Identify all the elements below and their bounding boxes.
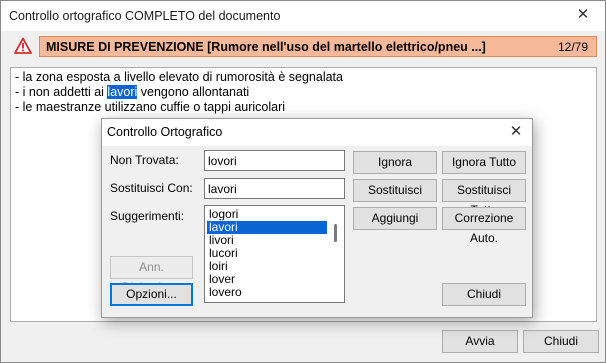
ignore-button[interactable]: Ignora (353, 151, 437, 174)
dialog-titlebar: Controllo Ortografico ✕ (102, 119, 532, 146)
warning-icon (14, 37, 32, 54)
replace-button[interactable]: Sostituisci (353, 179, 437, 202)
not-found-label: Non Trovata: (110, 153, 179, 167)
window-close-icon[interactable]: ✕ (569, 3, 597, 27)
not-found-field[interactable]: lovori (204, 150, 345, 171)
start-button[interactable]: Avvia (442, 330, 518, 353)
text-segment: vengono allontanati (137, 85, 250, 99)
dialog-title: Controllo Ortografico (107, 125, 223, 139)
window-titlebar: Controllo ortografico COMPLETO del docum… (1, 1, 605, 31)
section-counter: 12/79 (557, 40, 588, 54)
autocorrect-button[interactable]: Correzione Auto. (442, 207, 526, 245)
dialog-close-button[interactable]: Chiudi (442, 283, 526, 306)
footer-close-button[interactable]: Chiudi (523, 330, 599, 353)
ignore-all-button[interactable]: Ignora Tutto (442, 151, 526, 174)
section-header: MISURE DI PREVENZIONE [Rumore nell'uso d… (11, 34, 597, 59)
suggestions-list[interactable]: logori lavori livori lucori loiri lover … (204, 205, 345, 303)
text-line: - le maestranze utilizzano cuffie o tapp… (15, 100, 286, 114)
suggestions-label: Suggerimenti: (110, 209, 185, 223)
options-button[interactable]: Opzioni... (110, 283, 193, 306)
scrollbar-thumb[interactable] (334, 224, 337, 242)
undo-typing-button[interactable]: Ann. Digitazione (110, 256, 193, 294)
dialog-close-icon[interactable]: ✕ (504, 121, 528, 143)
text-line: - i non addetti ai lavori vengono allont… (15, 85, 249, 99)
replace-with-label: Sostituisci Con: (110, 181, 193, 195)
spellcheck-dialog: Controllo Ortografico ✕ Non Trovata: lov… (101, 118, 533, 318)
add-button[interactable]: Aggiungi (353, 207, 437, 230)
suggestion-item[interactable]: lovero (207, 286, 327, 299)
section-title: MISURE DI PREVENZIONE [Rumore nell'uso d… (46, 40, 486, 54)
misspelled-word-highlight: lavori (107, 85, 138, 99)
replace-with-field[interactable]: lavori (204, 178, 345, 199)
text-segment: - i non addetti ai (15, 85, 108, 99)
replace-all-button[interactable]: Sostituisci Tutto (442, 179, 526, 217)
section-header-bar: MISURE DI PREVENZIONE [Rumore nell'uso d… (39, 36, 597, 57)
text-line: - la zona esposta a livello elevato di r… (15, 70, 343, 84)
spellcheck-window: Controllo ortografico COMPLETO del docum… (0, 0, 606, 363)
window-title: Controllo ortografico COMPLETO del docum… (9, 9, 281, 23)
suggestions-scrollbar[interactable] (327, 206, 344, 302)
